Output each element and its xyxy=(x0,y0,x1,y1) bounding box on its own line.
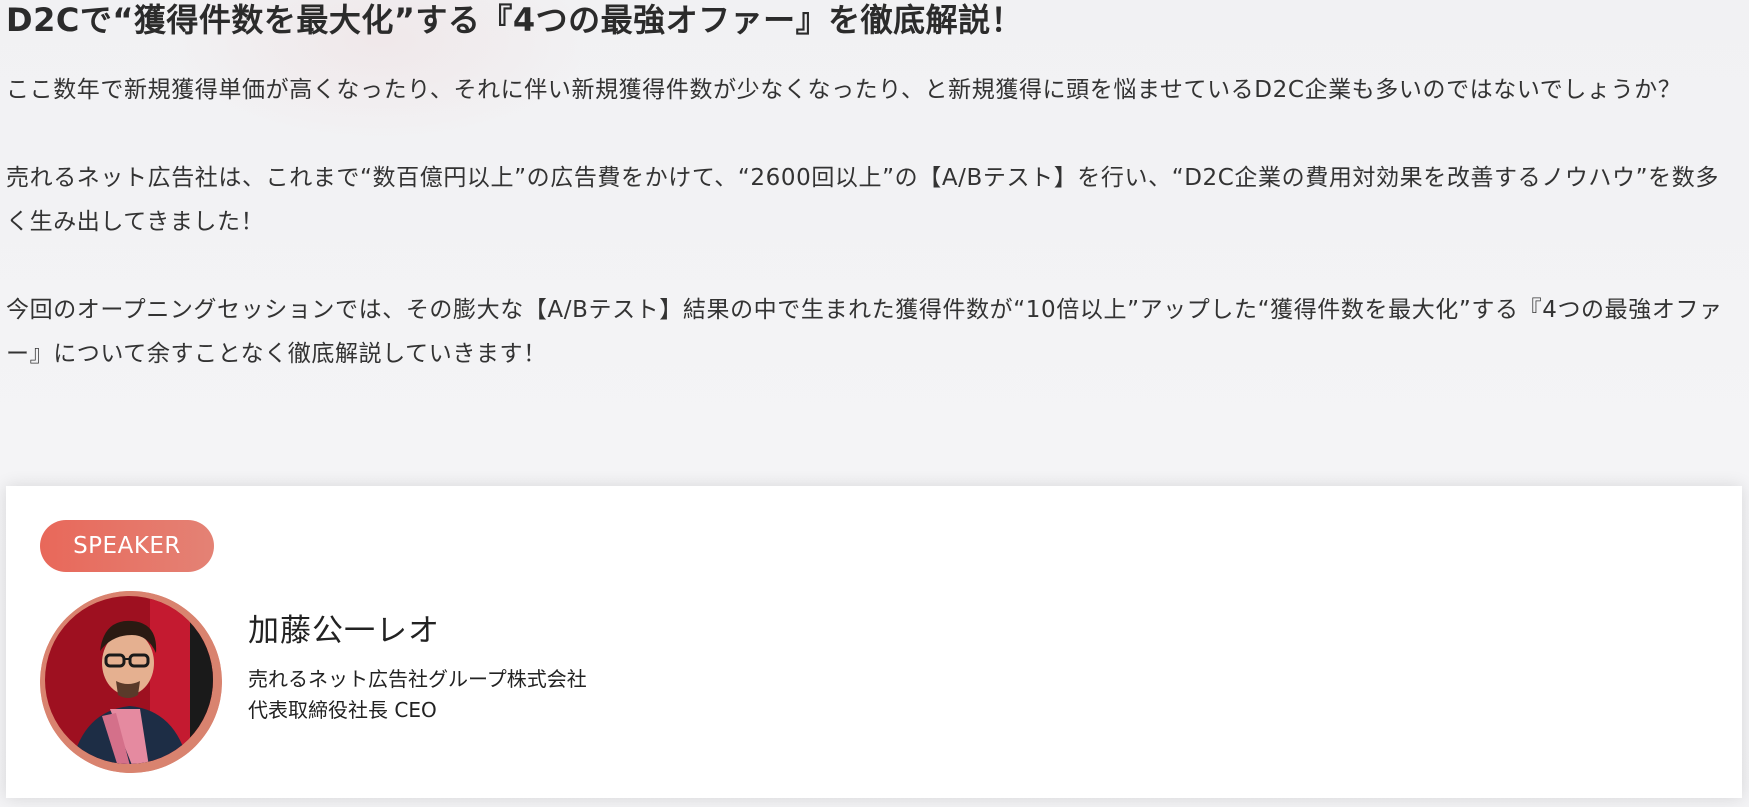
speaker-name: 加藤公一レオ xyxy=(248,613,440,649)
speaker-avatar xyxy=(40,591,222,773)
page-title: D2Cで“獲得件数を最大化”する『4つの最強オファー』を徹底解説！ xyxy=(6,1,1024,39)
speaker-card: SPEAKER 加藤公一レオ 売れるネット広告社グループ株式会社 代表取締役社長… xyxy=(6,486,1742,798)
intro-paragraph-2: 売れるネット広告社は、これまで“数百億円以上”の広告費をかけて、“2600回以上… xyxy=(6,165,1719,235)
intro-paragraph-3: 今回のオープニングセッションでは、その膨大な【A/Bテスト】結果の中で生まれた獲… xyxy=(6,297,1723,367)
intro-text: ここ数年で新規獲得単価が高くなったり、それに伴い新規獲得件数が少なくなったり、と… xyxy=(6,68,1742,420)
speaker-photo-icon xyxy=(40,591,222,773)
speaker-role: 代表取締役社長 CEO xyxy=(248,698,437,722)
intro-paragraph-1: ここ数年で新規獲得単価が高くなったり、それに伴い新規獲得件数が少なくなったり、と… xyxy=(6,77,1682,103)
speaker-badge: SPEAKER xyxy=(40,520,214,572)
page: D2Cで“獲得件数を最大化”する『4つの最強オファー』を徹底解説！ ここ数年で新… xyxy=(0,0,1749,807)
speaker-company: 売れるネット広告社グループ株式会社 xyxy=(248,667,587,691)
